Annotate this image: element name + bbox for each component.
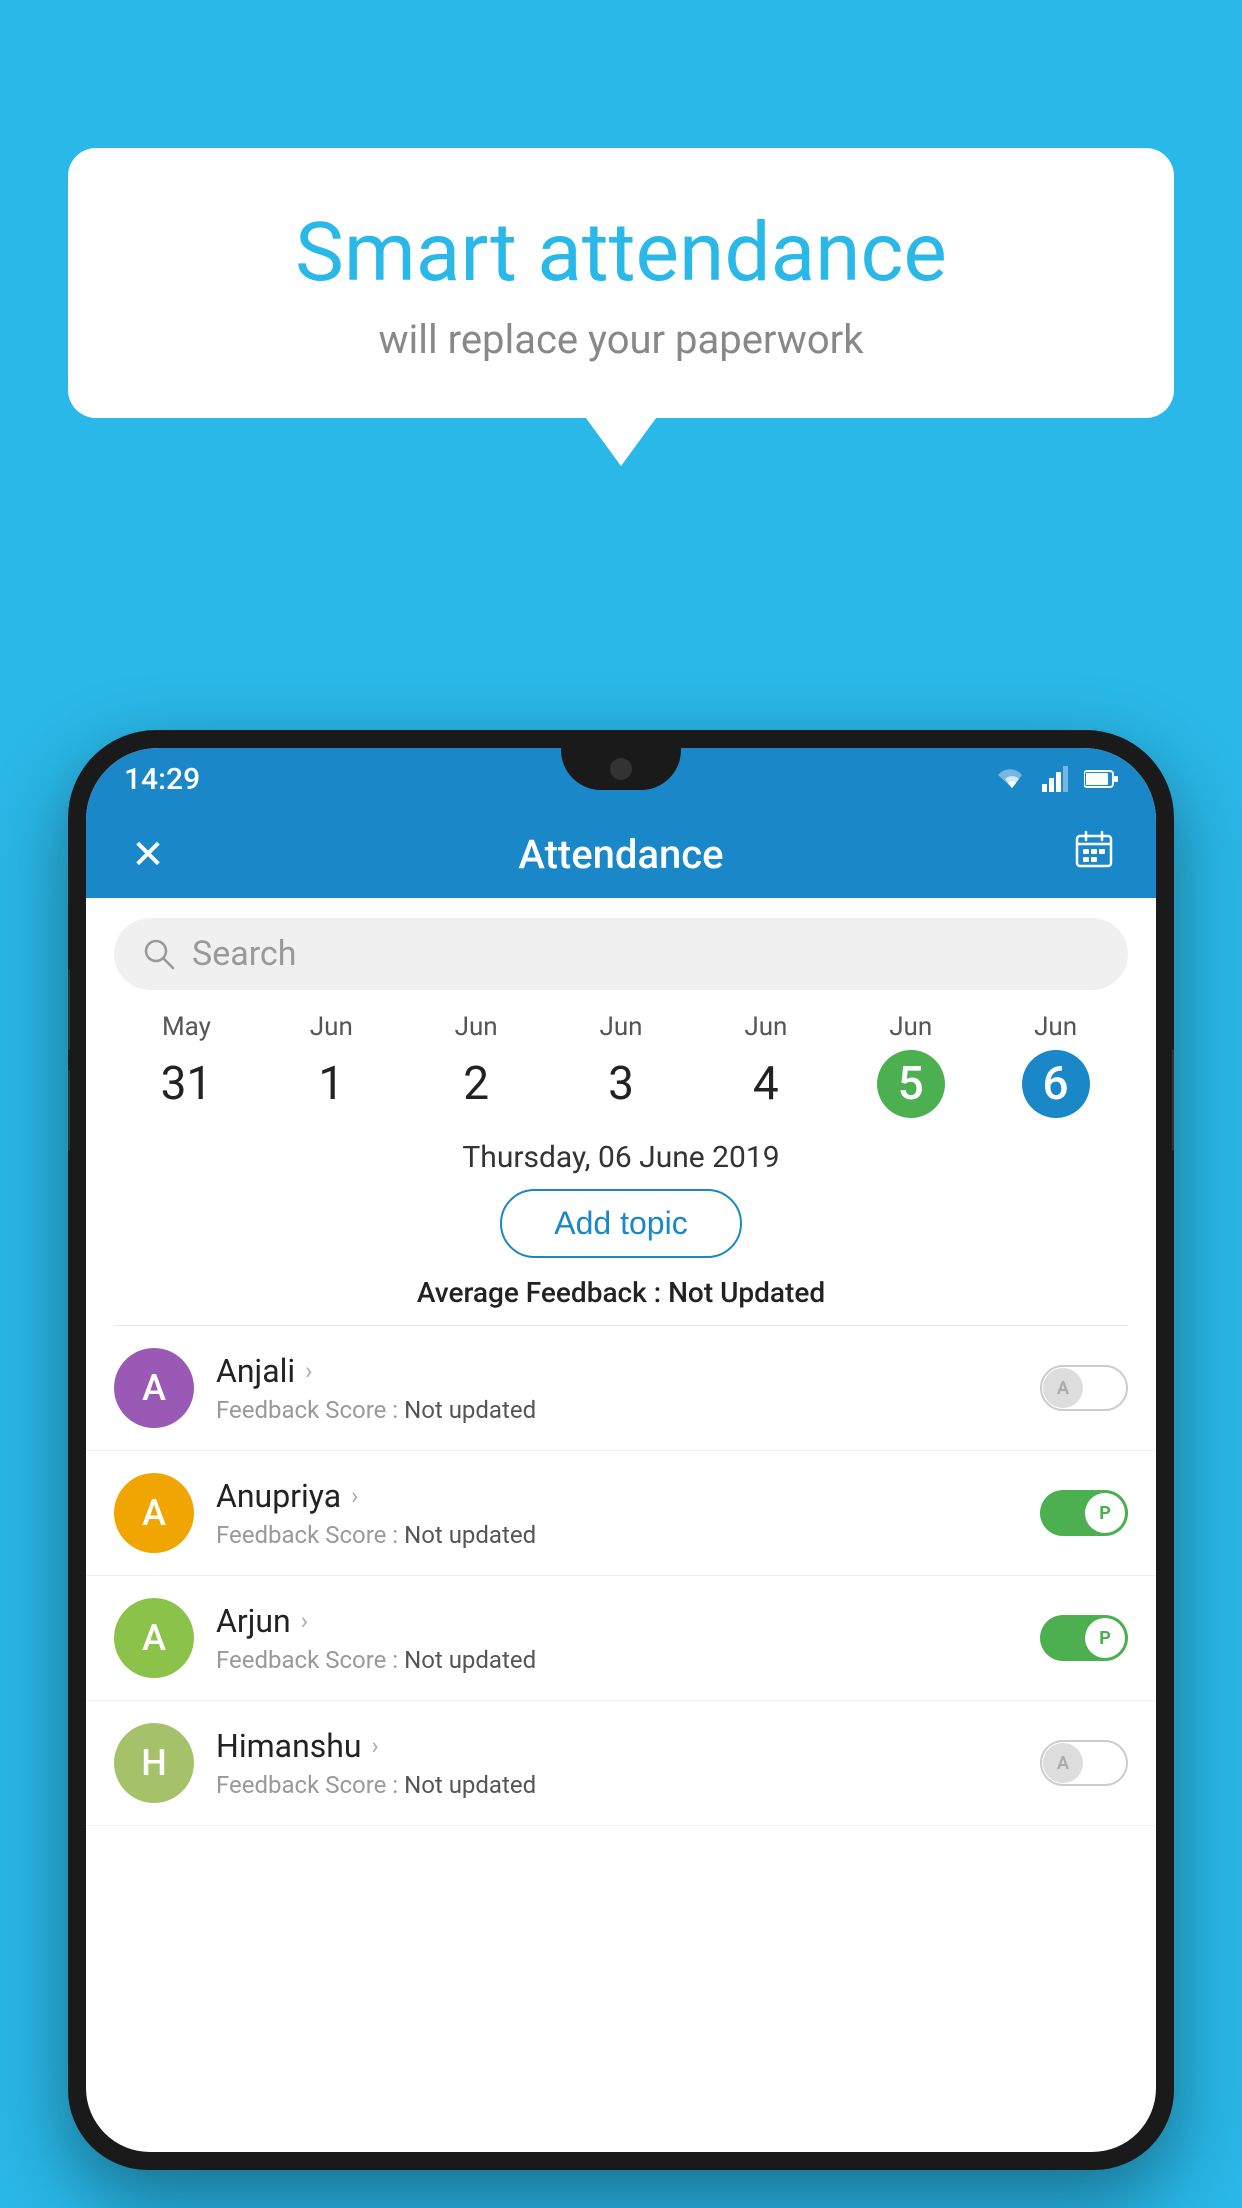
student-name: Anjali › (216, 1352, 1018, 1390)
date-number[interactable]: 31 (152, 1050, 220, 1118)
date-number[interactable]: 1 (297, 1050, 365, 1118)
app-bar: ✕ Attendance (86, 810, 1156, 898)
speech-bubble-container: Smart attendance will replace your paper… (68, 148, 1174, 418)
date-number[interactable]: 6 (1022, 1050, 1090, 1118)
notch (561, 748, 681, 790)
student-name: Arjun › (216, 1602, 1018, 1640)
chevron-icon: › (372, 1732, 379, 1760)
student-feedback: Feedback Score : Not updated (216, 1396, 1018, 1424)
attendance-toggle[interactable]: P (1040, 1490, 1128, 1536)
date-strip: May 31 Jun 1 Jun 2 Jun 3 Jun 4 Jun 5 Jun 6 (86, 990, 1156, 1118)
screen-content: Search May 31 Jun 1 Jun 2 Jun 3 Jun 4 Jun 5 Jun 6 Thu… (86, 898, 1156, 1826)
student-avatar: H (114, 1723, 194, 1803)
close-button[interactable]: ✕ (118, 831, 178, 878)
date-number[interactable]: 5 (877, 1050, 945, 1118)
student-info: Anjali › Feedback Score : Not updated (216, 1352, 1018, 1424)
date-month: May (114, 1012, 259, 1042)
student-item[interactable]: A Arjun › Feedback Score : Not updated P (86, 1576, 1156, 1701)
bubble-subtitle: will replace your paperwork (108, 316, 1134, 363)
date-col[interactable]: Jun 5 (838, 1012, 983, 1118)
calendar-icon[interactable] (1064, 830, 1124, 879)
date-col[interactable]: Jun 6 (983, 1012, 1128, 1118)
date-number[interactable]: 2 (442, 1050, 510, 1118)
date-month: Jun (259, 1012, 404, 1042)
add-topic-button[interactable]: Add topic (500, 1189, 741, 1258)
battery-icon (1084, 769, 1118, 789)
student-name: Himanshu › (216, 1727, 1018, 1765)
search-bar[interactable]: Search (114, 918, 1128, 990)
bubble-title: Smart attendance (108, 208, 1134, 298)
attendance-toggle[interactable]: A (1040, 1365, 1128, 1411)
volume-down-button (68, 1070, 70, 1150)
phone-screen: 14:29 (86, 748, 1156, 2152)
speech-bubble: Smart attendance will replace your paper… (68, 148, 1174, 418)
chevron-icon: › (305, 1357, 312, 1385)
date-month: Jun (693, 1012, 838, 1042)
student-item[interactable]: A Anupriya › Feedback Score : Not updated P (86, 1451, 1156, 1576)
add-topic-container: Add topic (86, 1189, 1156, 1258)
student-item[interactable]: H Himanshu › Feedback Score : Not updated A (86, 1701, 1156, 1826)
date-col[interactable]: May 31 (114, 1012, 259, 1118)
search-icon (142, 937, 176, 971)
date-month: Jun (549, 1012, 694, 1042)
chevron-icon: › (301, 1607, 308, 1635)
app-bar-title: Attendance (178, 831, 1064, 878)
toggle-thumb: A (1043, 1743, 1083, 1783)
status-time: 14:29 (124, 762, 200, 797)
student-info: Himanshu › Feedback Score : Not updated (216, 1727, 1018, 1799)
phone-frame: 14:29 (68, 730, 1174, 2170)
power-button (1172, 1050, 1174, 1150)
date-month: Jun (404, 1012, 549, 1042)
student-feedback: Feedback Score : Not updated (216, 1521, 1018, 1549)
selected-date-label: Thursday, 06 June 2019 (86, 1118, 1156, 1189)
date-col[interactable]: Jun 4 (693, 1012, 838, 1118)
student-feedback: Feedback Score : Not updated (216, 1646, 1018, 1674)
date-month: Jun (983, 1012, 1128, 1042)
student-feedback: Feedback Score : Not updated (216, 1771, 1018, 1799)
date-col[interactable]: Jun 1 (259, 1012, 404, 1118)
student-item[interactable]: A Anjali › Feedback Score : Not updated A (86, 1326, 1156, 1451)
camera-dot (610, 758, 632, 780)
wifi-icon (996, 766, 1028, 792)
student-avatar: A (114, 1473, 194, 1553)
avg-feedback: Average Feedback : Not Updated (86, 1276, 1156, 1309)
student-info: Anupriya › Feedback Score : Not updated (216, 1477, 1018, 1549)
date-number[interactable]: 4 (732, 1050, 800, 1118)
toggle-thumb: P (1085, 1618, 1125, 1658)
student-avatar: A (114, 1598, 194, 1678)
student-avatar: A (114, 1348, 194, 1428)
toggle-thumb: P (1085, 1493, 1125, 1533)
student-info: Arjun › Feedback Score : Not updated (216, 1602, 1018, 1674)
attendance-toggle[interactable]: A (1040, 1740, 1128, 1786)
search-placeholder: Search (192, 934, 296, 974)
status-bar: 14:29 (86, 748, 1156, 810)
toggle-thumb: A (1043, 1368, 1083, 1408)
chevron-icon: › (351, 1482, 358, 1510)
student-name: Anupriya › (216, 1477, 1018, 1515)
volume-up-button (68, 970, 70, 1050)
date-month: Jun (838, 1012, 983, 1042)
signal-icon (1042, 766, 1070, 792)
status-icons (996, 766, 1118, 792)
phone-container: 14:29 (68, 730, 1174, 2208)
date-col[interactable]: Jun 3 (549, 1012, 694, 1118)
attendance-toggle[interactable]: P (1040, 1615, 1128, 1661)
date-number[interactable]: 3 (587, 1050, 655, 1118)
student-list: AAnjali ›Feedback Score : Not updatedAAA… (86, 1326, 1156, 1826)
date-col[interactable]: Jun 2 (404, 1012, 549, 1118)
